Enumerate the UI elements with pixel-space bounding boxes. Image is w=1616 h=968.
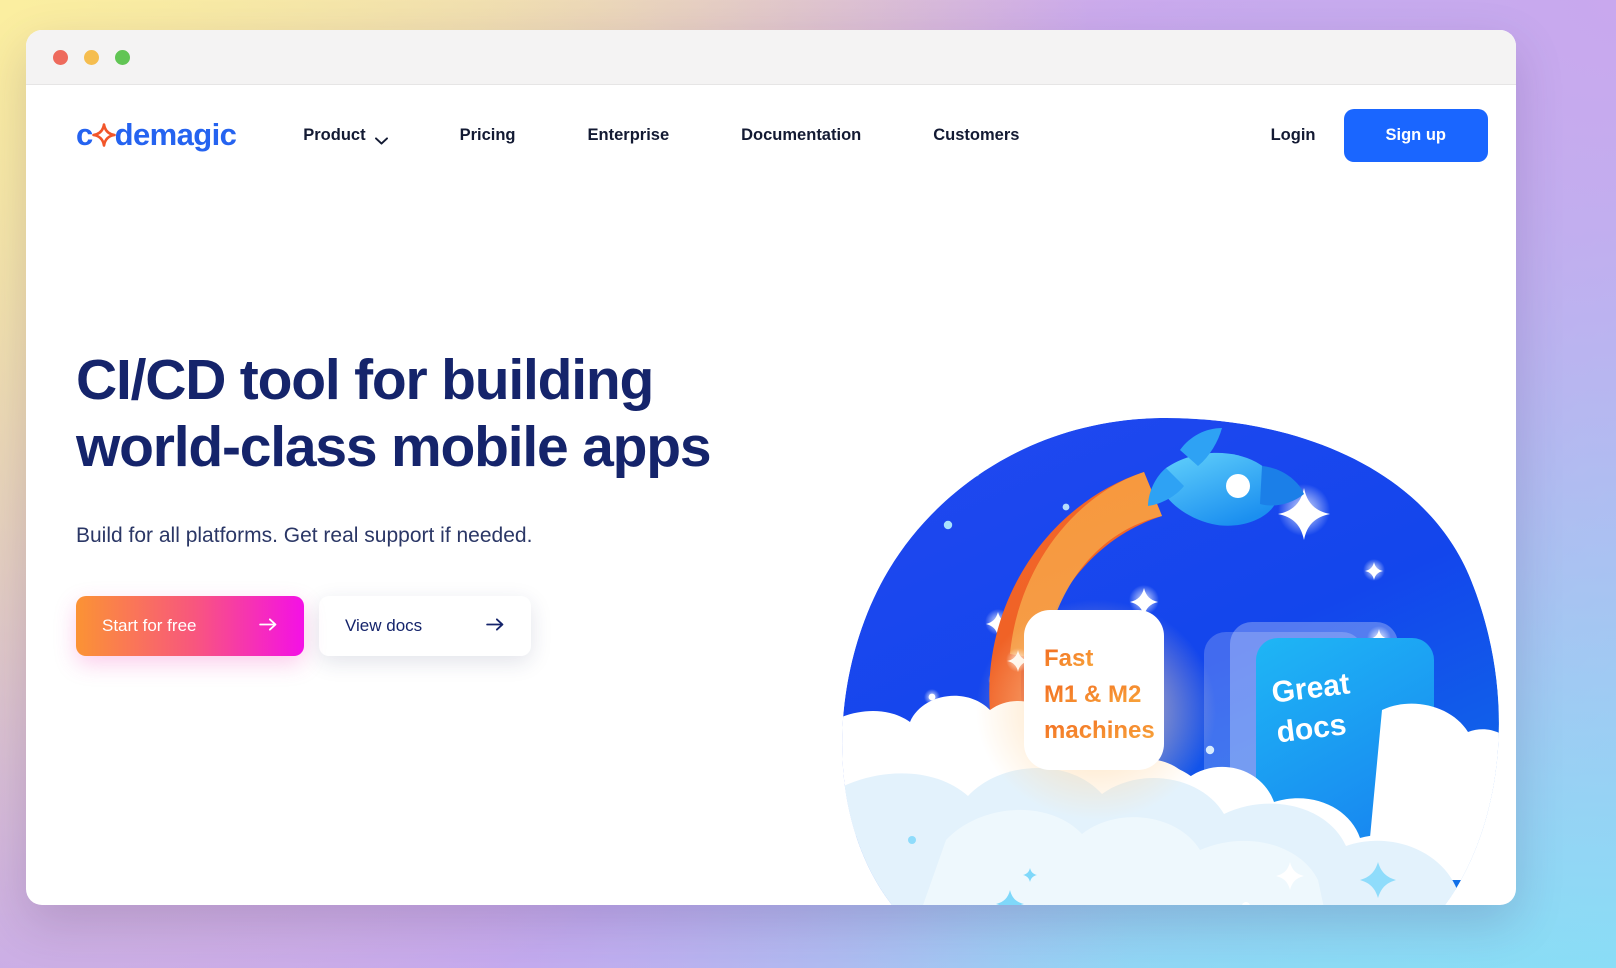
hero-section: CI/CD tool for building world-class mobi… xyxy=(26,185,1516,905)
browser-window: c demagic Product Pricing Enterprise Doc… xyxy=(26,30,1516,905)
close-window-button[interactable] xyxy=(53,49,68,65)
rocket-clouds-illustration: Fast M1 & M2 machines Great docs xyxy=(842,418,1499,905)
logo-text-before: c xyxy=(76,117,93,152)
arrow-right-icon xyxy=(259,616,278,636)
card-line-1: Fast xyxy=(1044,645,1093,672)
nav-label-customers: Customers xyxy=(933,125,1020,144)
start-for-free-button[interactable]: Start for free xyxy=(76,596,304,657)
card-line-2: M1 & M2 xyxy=(1044,681,1141,708)
nav-label-documentation: Documentation xyxy=(741,125,862,144)
nav-item-product[interactable]: Product xyxy=(303,126,423,145)
main-navigation: Product Pricing Enterprise Documentation xyxy=(303,126,1055,145)
site-header: c demagic Product Pricing Enterprise Doc… xyxy=(26,85,1516,185)
window-titlebar xyxy=(26,30,1516,85)
nav-item-customers[interactable]: Customers xyxy=(897,126,1055,145)
start-for-free-label: Start for free xyxy=(102,616,197,636)
minimize-window-button[interactable] xyxy=(84,49,99,65)
nav-label-enterprise: Enterprise xyxy=(587,125,670,144)
login-link[interactable]: Login xyxy=(1271,126,1316,145)
nav-item-pricing[interactable]: Pricing xyxy=(424,126,552,145)
logo-star-icon xyxy=(91,119,116,147)
nav-item-documentation[interactable]: Documentation xyxy=(705,126,897,145)
page-title: CI/CD tool for building world-class mobi… xyxy=(76,348,712,479)
chevron-down-icon xyxy=(374,131,388,145)
header-actions: Login Sign up xyxy=(1271,108,1488,162)
hero-illustration: Fast M1 & M2 machines Great docs xyxy=(826,410,1506,905)
nav-item-enterprise[interactable]: Enterprise xyxy=(552,126,706,145)
nav-label-pricing: Pricing xyxy=(459,125,516,144)
codemagic-logo[interactable]: c demagic xyxy=(76,117,237,153)
logo-text-after: demagic xyxy=(114,117,237,152)
nav-label-product: Product xyxy=(303,125,366,144)
page-backdrop: c demagic Product Pricing Enterprise Doc… xyxy=(0,0,1616,968)
hero-copy: CI/CD tool for building world-class mobi… xyxy=(76,185,816,657)
view-docs-button[interactable]: View docs xyxy=(319,596,531,657)
hero-subtitle: Build for all platforms. Get real suppor… xyxy=(76,524,533,548)
card-line-3: machines xyxy=(1044,717,1155,744)
maximize-window-button[interactable] xyxy=(115,49,130,65)
arrow-right-icon xyxy=(486,616,505,636)
feature-card-machines: Fast M1 & M2 machines xyxy=(976,600,1216,820)
hero-cta-row: Start for free View docs xyxy=(76,596,816,657)
view-docs-label: View docs xyxy=(345,616,423,636)
signup-button[interactable]: Sign up xyxy=(1343,108,1488,162)
